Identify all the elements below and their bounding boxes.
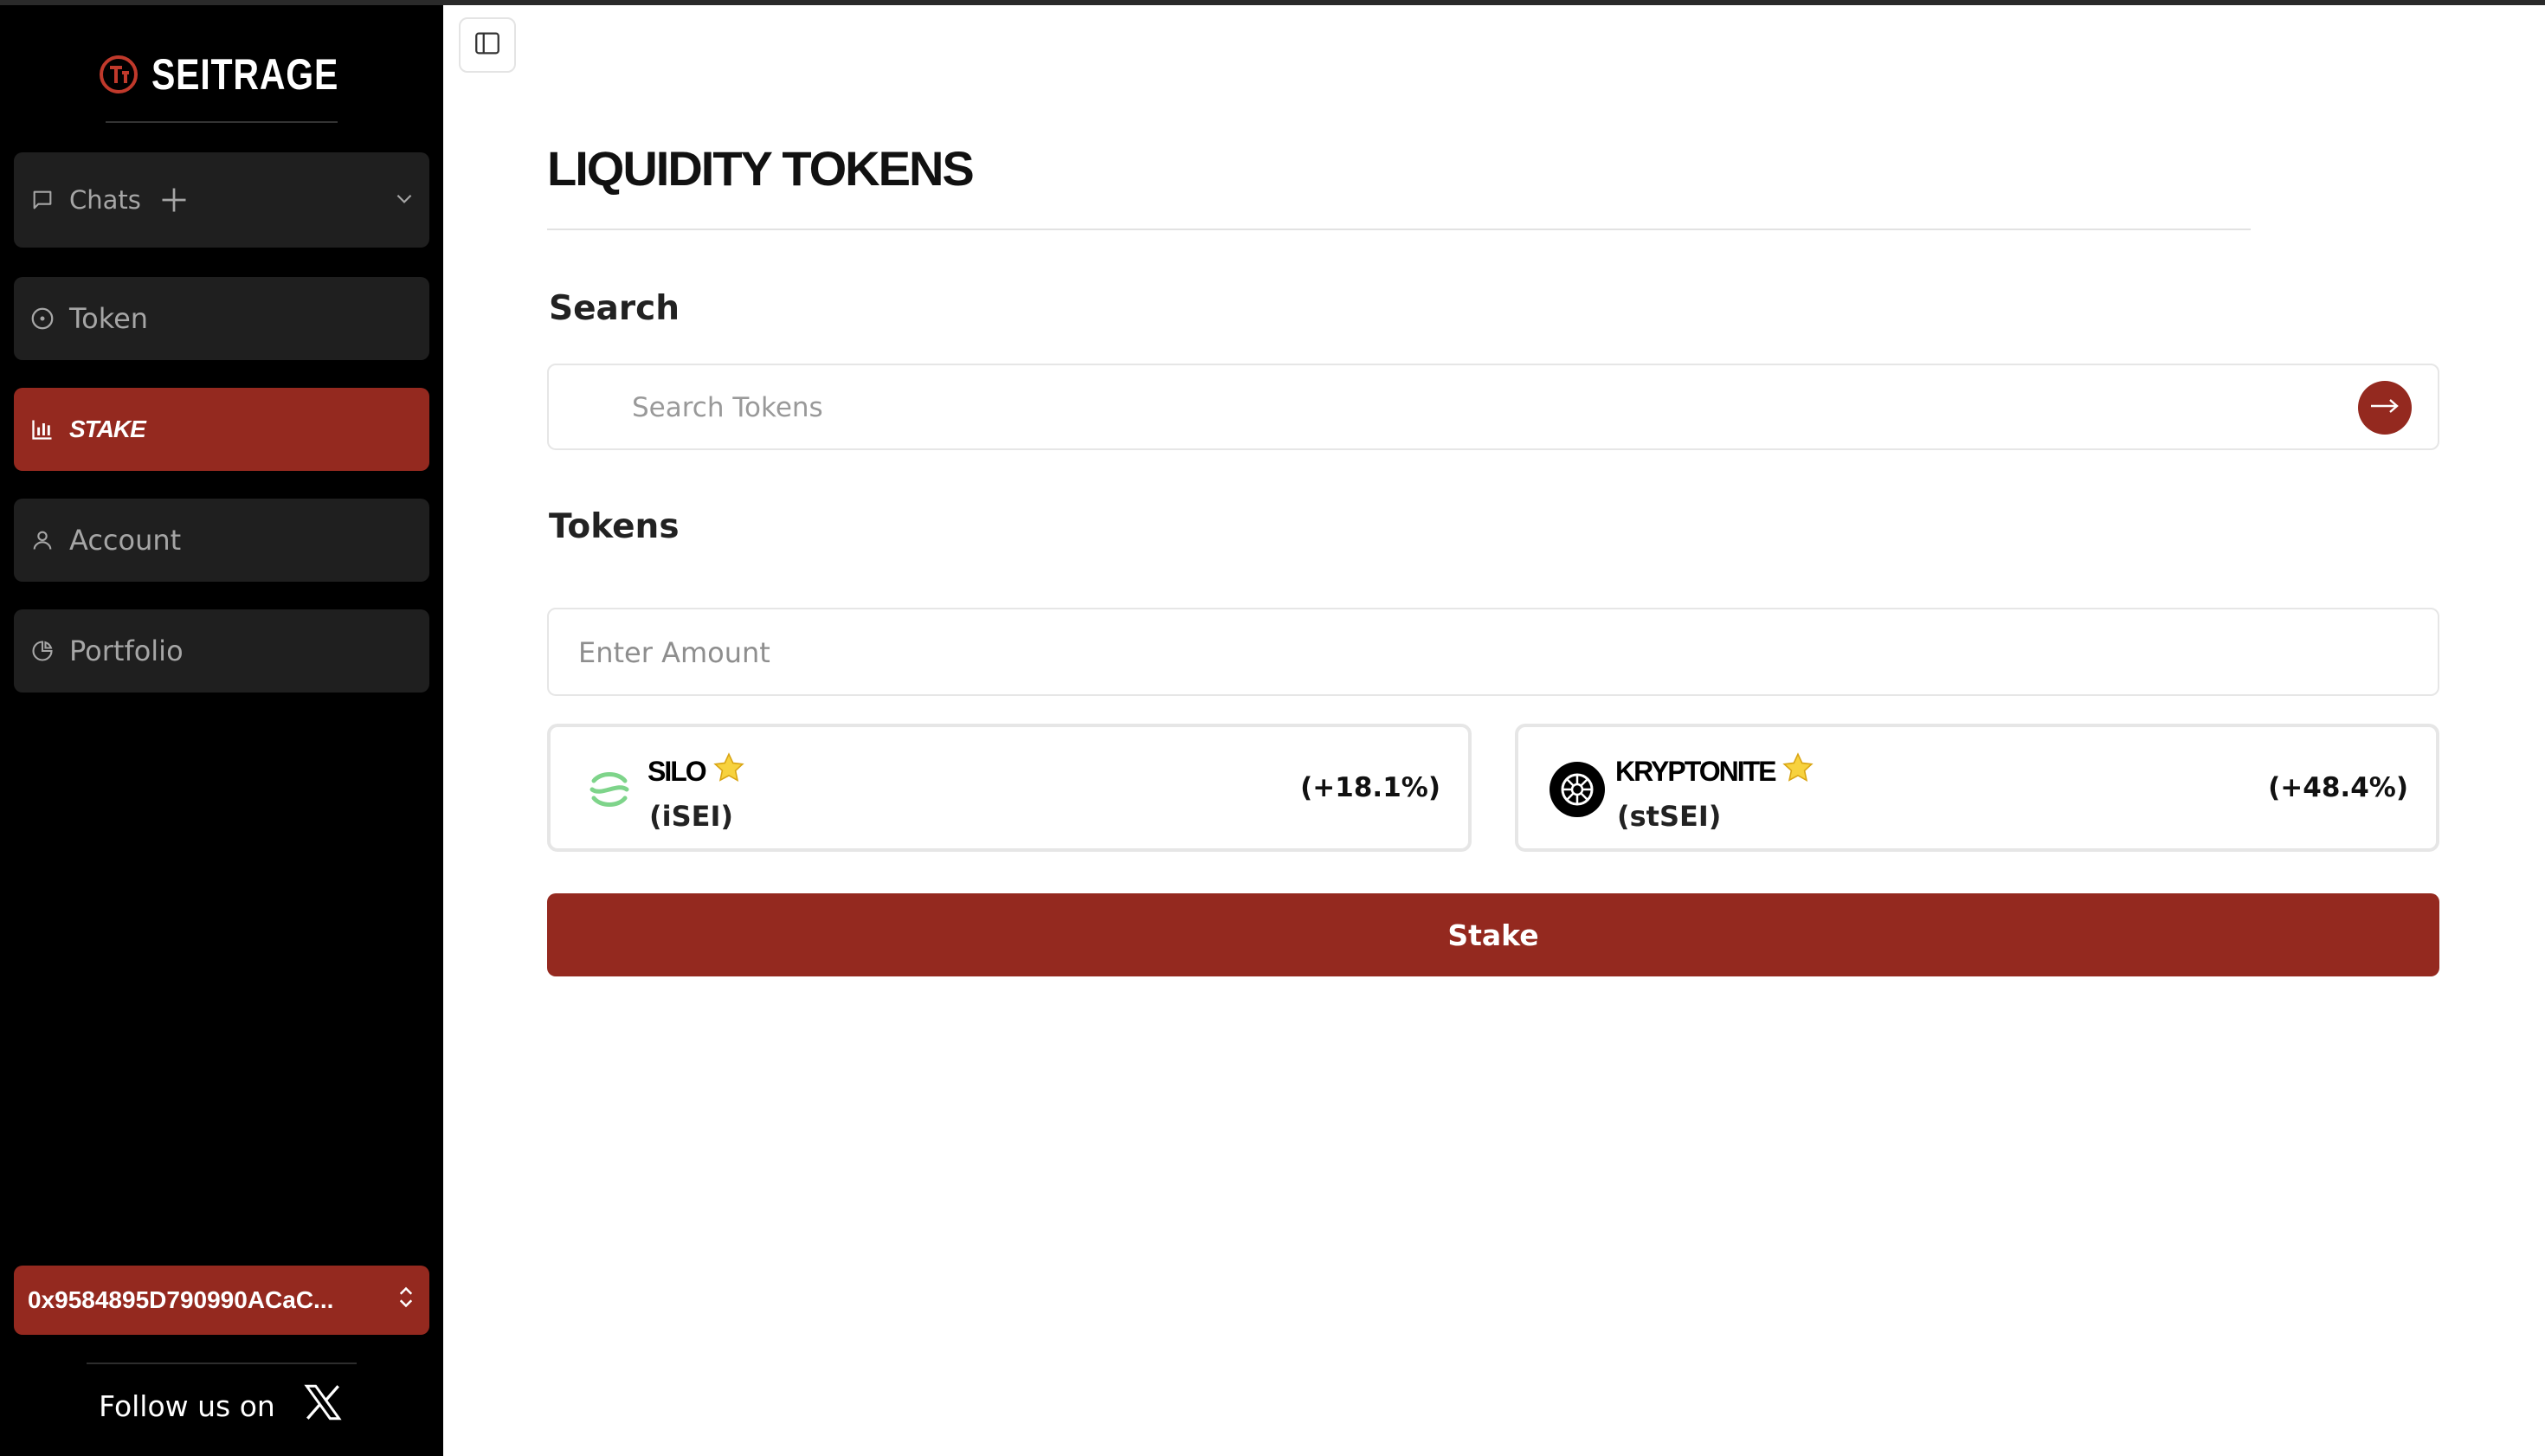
chart-icon xyxy=(29,416,55,442)
token-name-group: SILO xyxy=(648,751,745,791)
sidebar-item-label: Portfolio xyxy=(69,635,184,667)
token-card-kryptonite[interactable]: KRYPTONITE (stSEI) (+48.4%) xyxy=(1515,724,2439,852)
amount-box xyxy=(547,608,2439,696)
search-input[interactable] xyxy=(632,386,2277,429)
follow-text: Follow us on xyxy=(99,1388,275,1423)
sidebar-panel-icon xyxy=(473,29,502,61)
token-name-group: KRYPTONITE xyxy=(1615,751,1814,791)
token-change: (+18.1%) xyxy=(1300,772,1440,803)
brand[interactable]: SEITRAGE xyxy=(0,48,443,100)
wallet-selector[interactable]: 0x9584895D790990ACaC... xyxy=(14,1266,429,1335)
sidebar-item-chats[interactable]: Chats xyxy=(14,152,429,248)
divider xyxy=(547,229,2251,230)
tokens-label: Tokens xyxy=(549,507,680,546)
arrow-right-icon xyxy=(2368,396,2402,420)
silo-logo-icon xyxy=(590,772,629,807)
pie-chart-icon xyxy=(29,638,55,664)
token-name: KRYPTONITE xyxy=(1615,755,1776,787)
sidebar-item-portfolio[interactable]: Portfolio xyxy=(14,609,429,693)
token-card-silo[interactable]: SILO (iSEI) (+18.1%) xyxy=(547,724,1472,852)
sidebar-item-label: Chats xyxy=(69,185,141,215)
chevron-down-icon[interactable] xyxy=(393,184,416,216)
token-name: SILO xyxy=(648,755,707,787)
page-title: LIQUIDITY TOKENS xyxy=(547,141,975,196)
search-box xyxy=(547,364,2439,450)
sidebar: SEITRAGE Chats Token STAKE Account Portf… xyxy=(0,5,443,1456)
x-logo-icon[interactable] xyxy=(301,1381,345,1431)
token-symbol: (stSEI) xyxy=(1617,800,1722,833)
star-icon xyxy=(1782,751,1814,791)
sidebar-item-label: Account xyxy=(69,524,182,557)
token-change: (+48.4%) xyxy=(2268,772,2408,803)
sidebar-item-label: STAKE xyxy=(69,416,146,442)
sidebar-item-account[interactable]: Account xyxy=(14,499,429,582)
stake-button[interactable]: Stake xyxy=(547,893,2439,976)
wallet-address: 0x9584895D790990ACaC... xyxy=(28,1286,334,1313)
sidebar-item-label: Token xyxy=(69,302,149,335)
circle-dot-icon xyxy=(29,306,55,332)
token-symbol: (iSEI) xyxy=(649,800,734,833)
chat-bubble-icon xyxy=(29,187,55,213)
seitrage-logo-icon xyxy=(100,55,139,93)
star-icon xyxy=(712,751,745,791)
brand-name: SEITRAGE xyxy=(151,50,339,99)
add-chat-icon[interactable] xyxy=(158,184,190,216)
follow-us-link[interactable]: Follow us on xyxy=(0,1378,443,1433)
chevron-up-down-icon xyxy=(396,1285,416,1317)
divider xyxy=(106,121,338,123)
sidebar-item-token[interactable]: Token xyxy=(14,277,429,360)
search-label: Search xyxy=(549,289,680,328)
amount-input[interactable] xyxy=(578,630,2396,675)
divider xyxy=(87,1363,357,1364)
user-icon xyxy=(29,527,55,553)
sidebar-toggle-button[interactable] xyxy=(459,17,516,73)
kryptonite-logo-icon xyxy=(1550,762,1605,817)
sidebar-item-stake[interactable]: STAKE xyxy=(14,388,429,471)
search-submit-button[interactable] xyxy=(2358,381,2412,435)
